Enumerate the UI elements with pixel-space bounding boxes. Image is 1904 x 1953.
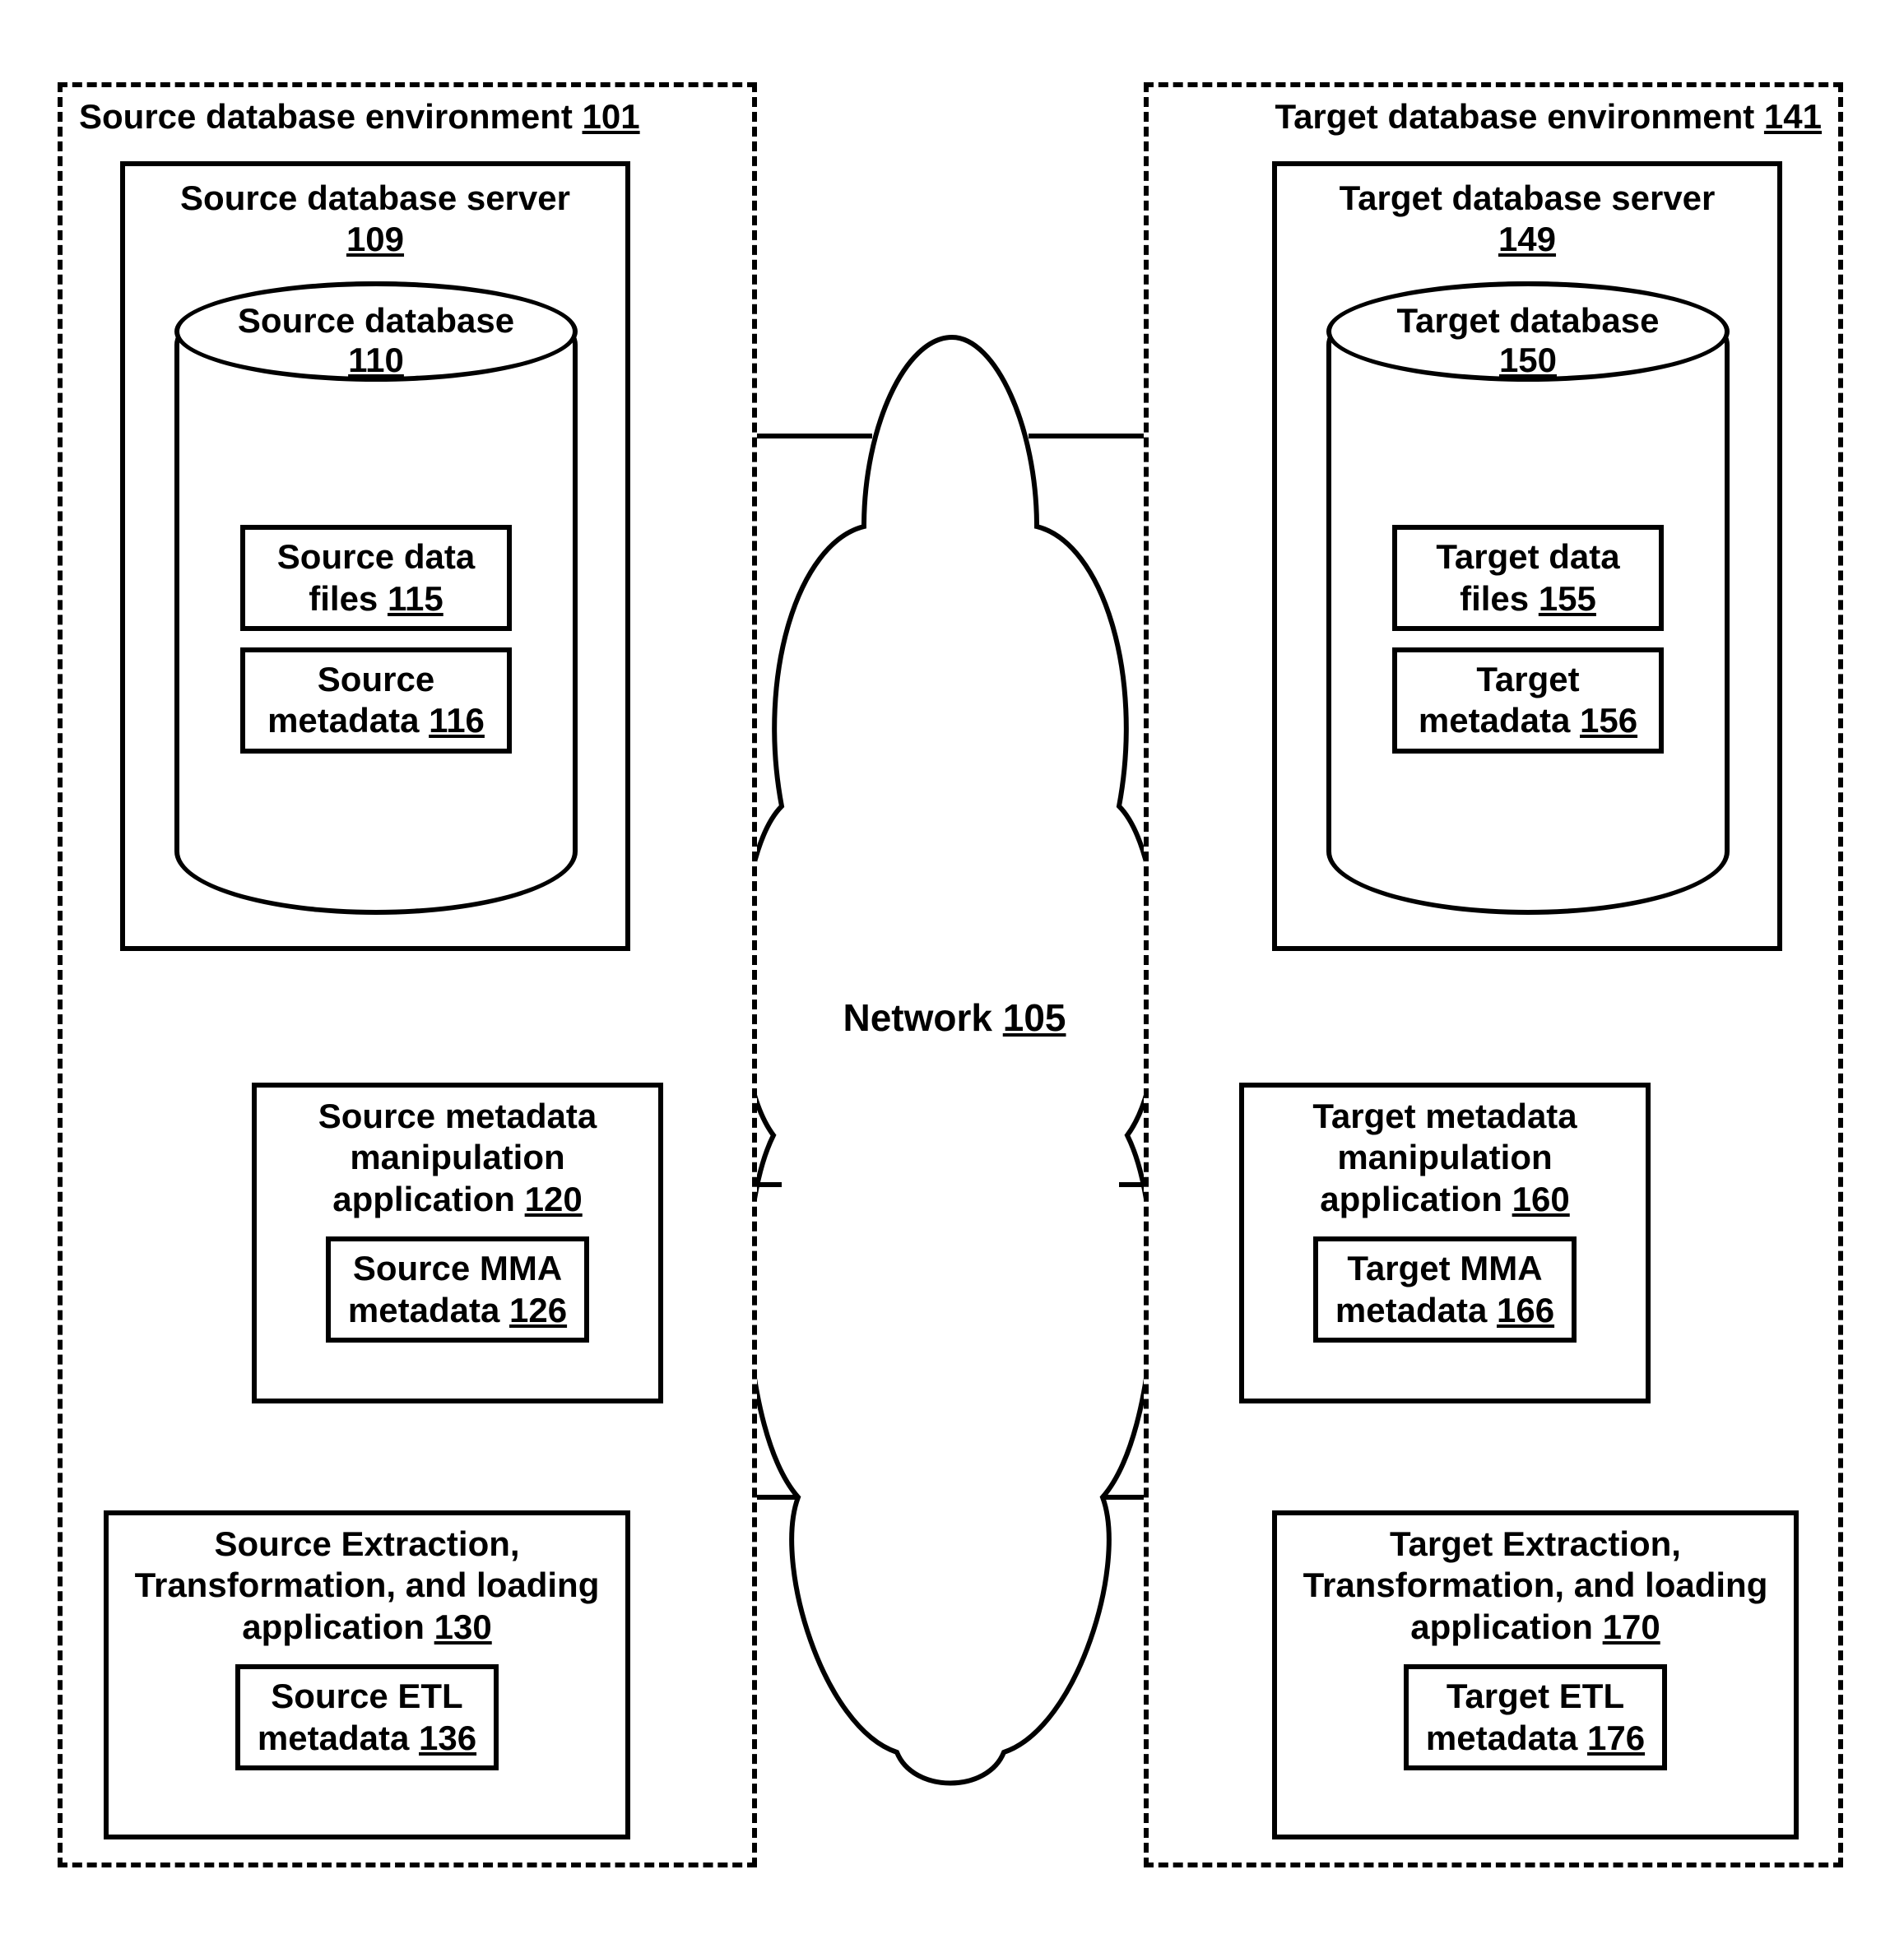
source-etl: Source Extraction, Transformation, and l…: [104, 1510, 630, 1839]
target-db-server: Target database server149 Target databas…: [1272, 161, 1782, 951]
target-etl: Target Extraction, Transformation, and l…: [1272, 1510, 1799, 1839]
target-env: Target database environment 141 Target d…: [1144, 82, 1843, 1867]
diagram-canvas: Network 105 Source database environment …: [0, 0, 1904, 1953]
target-metadata: Target metadata 156: [1392, 647, 1664, 754]
target-mma-metadata: Target MMA metadata 166: [1313, 1236, 1577, 1343]
source-mma-title: Source metadata manipulation application…: [265, 1096, 650, 1220]
target-etl-metadata: Target ETL metadata 176: [1404, 1664, 1667, 1770]
source-env: Source database environment 101 Source d…: [58, 82, 757, 1867]
target-etl-title: Target Extraction, Transformation, and l…: [1285, 1524, 1786, 1648]
target-env-title: Target database environment 141: [1275, 97, 1822, 137]
target-mma: Target metadata manipulation application…: [1239, 1083, 1651, 1403]
target-mma-title: Target metadata manipulation application…: [1252, 1096, 1637, 1220]
source-etl-title: Source Extraction, Transformation, and l…: [117, 1524, 617, 1648]
target-data-files: Target data files 155: [1392, 525, 1664, 631]
source-etl-metadata: Source ETL metadata 136: [235, 1664, 499, 1770]
source-db-server-title: Source database server109: [133, 178, 617, 261]
source-data-files: Source data files 115: [240, 525, 512, 631]
source-db-label: Source database110: [179, 301, 573, 380]
source-mma: Source metadata manipulation application…: [252, 1083, 663, 1403]
network-cloud: [741, 337, 1161, 1784]
source-db-server: Source database server109 Source databas…: [120, 161, 630, 951]
source-env-title: Source database environment 101: [79, 97, 640, 137]
network-label: Network 105: [839, 995, 1070, 1040]
source-metadata: Source metadata 116: [240, 647, 512, 754]
target-db-label: Target database150: [1331, 301, 1725, 380]
source-mma-metadata: Source MMA metadata 126: [326, 1236, 589, 1343]
target-db-server-title: Target database server149: [1285, 178, 1769, 261]
target-db-cylinder: Target database150 Target data files 155…: [1326, 281, 1730, 915]
source-db-cylinder: Source database110 Source data files 115…: [174, 281, 578, 915]
